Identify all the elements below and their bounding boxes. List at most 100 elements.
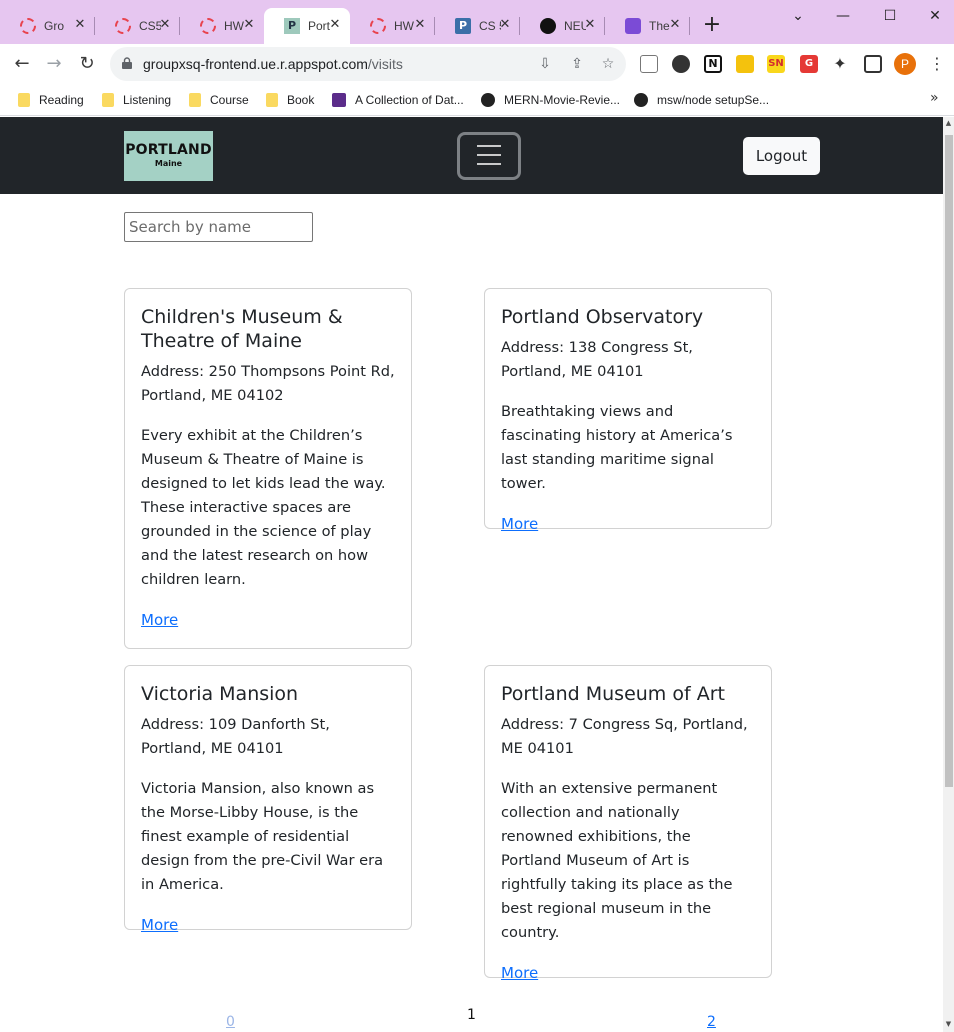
bookmark-label: A Collection of Dat... [355, 93, 464, 107]
close-icon[interactable]: ✕ [413, 18, 427, 32]
kebab-menu-icon[interactable]: ⋮ [928, 53, 946, 75]
puzzle-extensions-icon[interactable]: ✦ [831, 55, 849, 73]
url-path: /visits [367, 56, 403, 72]
tab-8[interactable]: The ✕ [605, 8, 690, 44]
reload-icon[interactable]: ↻ [75, 52, 99, 76]
sn-extension-icon[interactable]: SN [767, 55, 785, 73]
profile-avatar[interactable]: P [894, 53, 916, 75]
dashed-ring-icon [115, 18, 131, 34]
github-icon [540, 18, 556, 34]
scroll-up-arrow-icon[interactable]: ▲ [943, 119, 954, 129]
document-extension-icon[interactable] [640, 55, 658, 73]
close-icon[interactable]: ✕ [242, 18, 256, 32]
bookmark-label: Listening [123, 93, 172, 107]
address-bar[interactable]: groupxsq-frontend.ue.r.appspot.com/visit… [110, 47, 626, 81]
close-icon[interactable]: ✕ [498, 18, 512, 32]
forward-arrow-icon[interactable]: → [42, 52, 66, 76]
keep-extension-icon[interactable] [736, 55, 754, 73]
bookmark-mern-movie[interactable]: MERN-Movie-Revie... [481, 90, 620, 110]
bookmark-label: msw/node setupSe... [657, 93, 770, 107]
browser-toolbar: ← → ↻ groupxsq-frontend.ue.r.appspot.com… [0, 44, 954, 84]
lock-icon [122, 57, 132, 69]
card-address: Address: 109 Danforth St, Portland, ME 0… [141, 716, 330, 757]
tab-4-active[interactable]: P Port ✕ [264, 8, 350, 44]
close-icon[interactable]: ✕ [158, 18, 172, 32]
pagination-current: 1 [467, 1007, 476, 1023]
card-more-link[interactable]: More [501, 961, 538, 985]
p-square-icon: P [455, 18, 471, 34]
tab-2[interactable]: CS5 ✕ [95, 8, 180, 44]
folder-icon [189, 93, 201, 107]
card-address: Address: 250 Thompsons Point Rd, Portlan… [141, 363, 395, 404]
site-navbar: PORTLAND Maine Logout [0, 117, 943, 194]
install-app-icon[interactable]: ⇩ [536, 55, 554, 73]
tab-1[interactable]: Gro ✕ [0, 8, 95, 44]
bookmarks-bar: Reading Listening Course Book A Collecti… [0, 84, 954, 116]
url-text: groupxsq-frontend.ue.r.appspot.com/visit… [143, 56, 403, 72]
scroll-down-arrow-icon[interactable]: ▼ [943, 1020, 954, 1030]
logout-button[interactable]: Logout [743, 137, 820, 175]
tab-title: Port [308, 19, 330, 33]
send-extension-icon[interactable] [672, 55, 690, 73]
bookmark-label: Reading [39, 93, 84, 107]
github-icon [481, 93, 495, 107]
close-icon[interactable]: ✕ [328, 18, 342, 32]
bookmark-folder-course[interactable]: Course [189, 90, 249, 110]
bookmark-label: MERN-Movie-Revie... [504, 93, 621, 107]
tab-title: Gro [44, 19, 65, 33]
card-description: With an extensive permanent collection a… [501, 780, 733, 941]
card-title: Children's Museum & Theatre of Maine [141, 306, 343, 352]
tab-3[interactable]: HW ✕ [180, 8, 264, 44]
bookmark-folder-book[interactable]: Book [266, 90, 314, 110]
flag-icon [332, 93, 346, 107]
tab-6[interactable]: P CS 5 ✕ [435, 8, 520, 44]
bookmark-msw-node[interactable]: msw/node setupSe... [634, 90, 769, 110]
card-title: Victoria Mansion [141, 683, 299, 705]
dashed-ring-icon [200, 18, 216, 34]
search-input[interactable] [124, 212, 313, 242]
navbar-toggler-button[interactable] [457, 132, 521, 180]
tab-7[interactable]: NEU ✕ [520, 8, 605, 44]
tab-search-chevron-icon[interactable]: ⌄ [783, 6, 813, 26]
pagination-next[interactable]: 2 [707, 1014, 716, 1030]
scrollbar-thumb[interactable] [945, 135, 953, 787]
card-title: Portland Observatory [501, 306, 704, 328]
bookmarks-overflow-chevron-icon[interactable]: » [930, 90, 939, 106]
bookmark-folder-listening[interactable]: Listening [102, 90, 171, 110]
close-icon[interactable]: ✕ [583, 18, 597, 32]
card-more-link[interactable]: More [141, 608, 178, 632]
visit-card: Portland Observatory Address: 138 Congre… [484, 288, 772, 533]
card-address: Address: 7 Congress Sq, Portland, ME 041… [501, 716, 748, 757]
dashed-ring-icon [370, 18, 386, 34]
bookmark-star-icon[interactable]: ☆ [599, 55, 617, 73]
side-panel-icon[interactable] [864, 55, 882, 73]
share-icon[interactable]: ⇪ [568, 55, 586, 73]
bookmark-label: Book [287, 93, 315, 107]
back-arrow-icon[interactable]: ← [10, 52, 34, 76]
close-icon[interactable]: ✕ [668, 18, 682, 32]
url-host: groupxsq-frontend.ue.r.appspot.com [143, 56, 368, 72]
card-address: Address: 138 Congress St, Portland, ME 0… [501, 339, 693, 380]
card-more-link[interactable]: More [501, 512, 538, 536]
g-extension-icon[interactable]: G [800, 55, 818, 73]
pagination-prev[interactable]: 0 [226, 1014, 235, 1030]
window-close-icon[interactable]: ✕ [920, 6, 950, 26]
new-tab-plus-icon[interactable]: + [700, 14, 724, 38]
card-more-link[interactable]: More [141, 913, 178, 937]
p-logo-icon: P [284, 18, 300, 34]
folder-icon [102, 93, 114, 107]
notion-extension-icon[interactable]: N [704, 55, 722, 73]
close-icon[interactable]: ✕ [73, 18, 87, 32]
folder-icon [266, 93, 278, 107]
tab-5[interactable]: HW ✕ [350, 8, 435, 44]
card-title: Portland Museum of Art [501, 683, 725, 705]
visit-card: Victoria Mansion Address: 109 Danforth S… [124, 665, 412, 934]
minimize-icon[interactable]: — [828, 6, 858, 26]
page-viewport: PORTLAND Maine Logout Children's Museum … [0, 117, 943, 1032]
page-scrollbar[interactable]: ▲ ▼ [943, 117, 954, 1032]
portland-logo[interactable]: PORTLAND Maine [124, 131, 213, 181]
bookmark-folder-reading[interactable]: Reading [18, 90, 84, 110]
bookmark-collection-of-data[interactable]: A Collection of Dat... [332, 90, 464, 110]
globe-icon [634, 93, 648, 107]
maximize-icon[interactable]: ☐ [875, 6, 905, 26]
